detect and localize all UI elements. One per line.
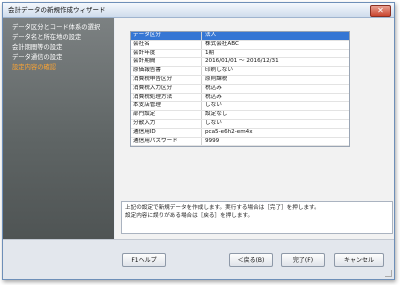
row-value: しない [205, 119, 222, 126]
button-bar: F1ヘルプ ＜戻る(B) 完了(F) キャンセル [3, 239, 394, 279]
row-key: 通信用パスワード [131, 137, 202, 146]
wizard-window: 会計データの新規作成ウィザード ✕ データ区分とコード体系の選択 データ名と所在… [2, 2, 395, 280]
instruction-line-1: 上記の設定で新規データを作成します。実行する場合は［完了］を押します。 [125, 205, 320, 211]
sidebar-item-data-communication[interactable]: データ通信の設定 [12, 53, 62, 62]
window-title: 会計データの新規作成ウィザード [8, 6, 106, 14]
row-key: 部門設定 [131, 111, 202, 119]
settings-summary-table: データ区分 法人 会社名 株式会社ABC 会計年度 1期 会計期間 2016/01/01… [130, 31, 350, 148]
row-key: 消費税申告区分 [131, 75, 202, 84]
row-key: 会社名 [131, 40, 202, 49]
wizard-steps-sidebar: データ区分とコード体系の選択 データ名と所在地の設定 会計期間等の設定 データ通… [3, 18, 114, 239]
table-row[interactable]: 会社名 株式会社ABC [131, 40, 349, 50]
table-row[interactable]: 消費税申告区分 原則課税 [131, 75, 349, 85]
row-value: 原則課税 [205, 75, 228, 82]
row-value: 税込み [205, 84, 222, 91]
row-value: 法人 [205, 32, 217, 38]
row-key: 分散入力 [131, 119, 202, 128]
table-row[interactable]: 本支店管理 しない [131, 102, 349, 112]
row-value: しない [205, 102, 222, 109]
row-value: 設定なし [205, 111, 228, 118]
row-key: 通信用ID [131, 128, 202, 137]
help-button[interactable]: F1ヘルプ [122, 253, 166, 267]
table-row[interactable]: 分散入力 しない [131, 119, 349, 129]
row-key: 本支店管理 [131, 102, 202, 111]
instruction-message: 上記の設定で新規データを作成します。実行する場合は［完了］を押します。 設定内容… [121, 201, 393, 234]
row-key: データ区分 [131, 32, 202, 40]
row-key: 会計年度 [131, 49, 202, 58]
table-row[interactable]: 消費税処理方法 税込み [131, 93, 349, 103]
row-value: 株式会社ABC [205, 40, 239, 47]
table-row[interactable]: 通信用ID pca5-e6h2-em4x [131, 128, 349, 138]
instruction-line-2: 設定内容に誤りがある場合は［戻る］を押します。 [125, 213, 254, 219]
table-row[interactable]: 会計年度 1期 [131, 49, 349, 59]
row-value: 1期 [205, 49, 215, 56]
resize-grip-icon[interactable] [385, 270, 392, 277]
table-row[interactable]: 会計期間 2016/01/01 ～ 2016/12/31 [131, 58, 349, 68]
back-button[interactable]: ＜戻る(B) [229, 253, 273, 267]
row-key: 消費税処理方法 [131, 93, 202, 102]
row-value: 印刷しない [205, 67, 233, 74]
row-key: 原価報告書 [131, 67, 202, 75]
row-value: pca5-e6h2-em4x [205, 128, 253, 135]
sidebar-item-data-name-location[interactable]: データ名と所在地の設定 [12, 33, 81, 42]
sidebar-item-accounting-period[interactable]: 会計期間等の設定 [12, 43, 62, 52]
table-row[interactable]: データ区分 法人 [131, 32, 349, 41]
row-value: 9999 [205, 137, 220, 144]
row-value: 2016/01/01 ～ 2016/12/31 [205, 58, 279, 65]
cancel-button[interactable]: キャンセル [334, 253, 384, 267]
table-row[interactable]: 通信用パスワード 9999 [131, 137, 349, 147]
table-row[interactable]: 原価報告書 印刷しない [131, 67, 349, 76]
title-bar: 会計データの新規作成ウィザード ✕ [3, 3, 394, 18]
close-icon[interactable]: ✕ [370, 5, 391, 17]
table-row[interactable]: 部門設定 設定なし [131, 111, 349, 120]
row-key: 会計期間 [131, 58, 202, 67]
main-content: データ区分 法人 会社名 株式会社ABC 会計年度 1期 会計期間 2016/01/01… [115, 18, 394, 239]
finish-button[interactable]: 完了(F) [281, 253, 325, 267]
row-value: 税込み [205, 93, 222, 100]
table-row[interactable]: 消費税入力区分 税込み [131, 84, 349, 94]
row-key: 消費税入力区分 [131, 84, 202, 93]
sidebar-item-data-category[interactable]: データ区分とコード体系の選択 [12, 23, 100, 32]
sidebar-item-confirm-settings[interactable]: 設定内容の確認 [12, 63, 56, 72]
